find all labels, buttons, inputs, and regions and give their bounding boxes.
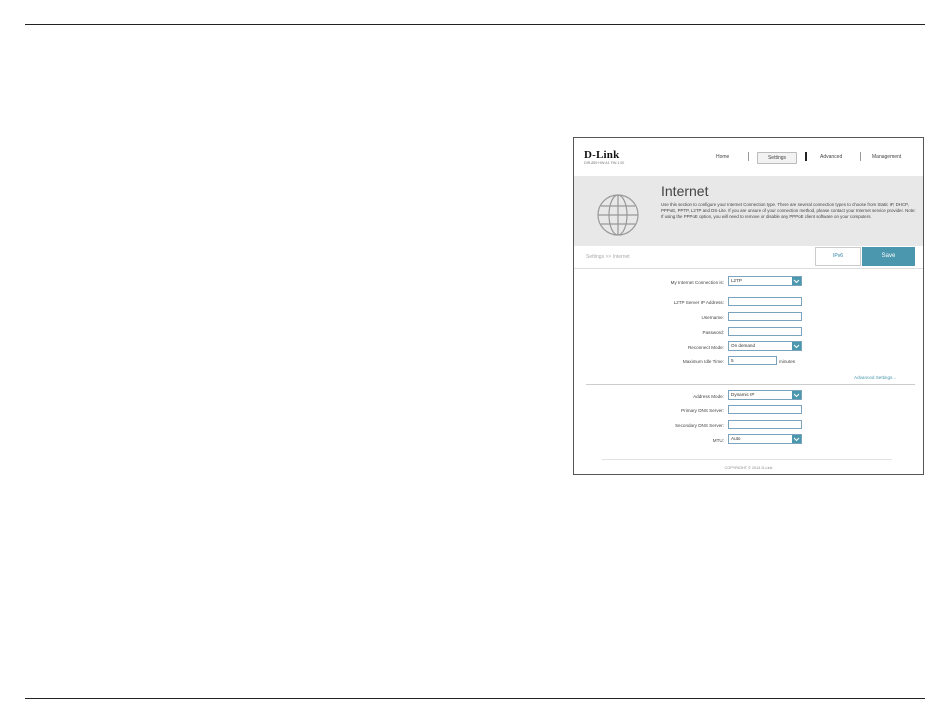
l2tp-server-input[interactable] bbox=[728, 297, 802, 306]
chevron-down-icon bbox=[792, 277, 801, 285]
nav-home[interactable]: Home bbox=[716, 154, 729, 160]
ipv6-button[interactable]: IPv6 bbox=[815, 247, 861, 266]
reconnect-mode-select[interactable]: On demand bbox=[728, 341, 802, 351]
page-description: Use this section to configure your Inter… bbox=[661, 202, 916, 219]
l2tp-server-label: L2TP Server IP Address: bbox=[673, 300, 724, 305]
nav-advanced[interactable]: Advanced bbox=[820, 154, 842, 160]
chevron-down-icon bbox=[792, 435, 801, 443]
dlink-logo: D-Link bbox=[584, 149, 620, 161]
section-divider bbox=[586, 384, 915, 385]
primary-dns-input[interactable] bbox=[728, 405, 802, 414]
copyright: COPYRIGHT © 2014 D-Link bbox=[724, 466, 773, 470]
mtu-value: Auto bbox=[731, 436, 741, 441]
page-top-rule bbox=[25, 24, 925, 25]
password-input[interactable] bbox=[728, 327, 802, 336]
username-label: Username: bbox=[701, 315, 724, 320]
nav-separator bbox=[748, 152, 749, 161]
password-label: Password: bbox=[702, 330, 724, 335]
router-ui-screenshot: D-Link DIR-859 HW:A1 FW:1.00 Home Settin… bbox=[573, 137, 924, 475]
mtu-select[interactable]: Auto bbox=[728, 434, 802, 444]
nav-settings[interactable]: Settings bbox=[757, 152, 797, 164]
secondary-dns-label: Secondary DNS Server: bbox=[674, 423, 724, 428]
idle-time-label: Maximum Idle Time: bbox=[682, 359, 724, 364]
action-bar: Settings >> Internet IPv6 Save bbox=[574, 246, 923, 269]
chevron-down-icon bbox=[792, 342, 801, 350]
breadcrumb: Settings >> Internet bbox=[586, 254, 630, 260]
model-info: DIR-859 HW:A1 FW:1.00 bbox=[584, 161, 625, 165]
footer-divider bbox=[602, 459, 892, 460]
connection-type-value: L2TP bbox=[731, 278, 742, 283]
idle-time-input[interactable]: 5 bbox=[728, 356, 777, 365]
secondary-dns-input[interactable] bbox=[728, 420, 802, 429]
nav-separator bbox=[805, 152, 807, 161]
page-title: Internet bbox=[661, 183, 709, 199]
connection-type-label: My Internet Connection is: bbox=[670, 280, 724, 285]
header: D-Link DIR-859 HW:A1 FW:1.00 Home Settin… bbox=[574, 138, 923, 176]
address-mode-label: Address Mode: bbox=[693, 394, 724, 399]
page-bottom-rule bbox=[25, 698, 925, 699]
advanced-settings-link[interactable]: Advanced Settings... bbox=[854, 375, 896, 380]
globe-icon bbox=[597, 194, 639, 236]
mtu-label: MTU: bbox=[712, 438, 724, 443]
username-input[interactable] bbox=[728, 312, 802, 321]
nav-separator bbox=[860, 152, 861, 161]
connection-type-select[interactable]: L2TP bbox=[728, 276, 802, 286]
page-banner: Internet Use this section to configure y… bbox=[574, 176, 923, 246]
save-button[interactable]: Save bbox=[862, 247, 915, 266]
address-mode-select[interactable]: Dynamic IP bbox=[728, 390, 802, 400]
reconnect-mode-label: Reconnect Mode: bbox=[687, 345, 724, 350]
nav-management[interactable]: Management bbox=[872, 154, 901, 160]
chevron-down-icon bbox=[792, 391, 801, 399]
reconnect-mode-value: On demand bbox=[731, 343, 756, 348]
address-mode-value: Dynamic IP bbox=[731, 392, 755, 397]
idle-time-unit: minutes bbox=[779, 359, 796, 364]
primary-dns-label: Primary DNS Server: bbox=[681, 408, 724, 413]
